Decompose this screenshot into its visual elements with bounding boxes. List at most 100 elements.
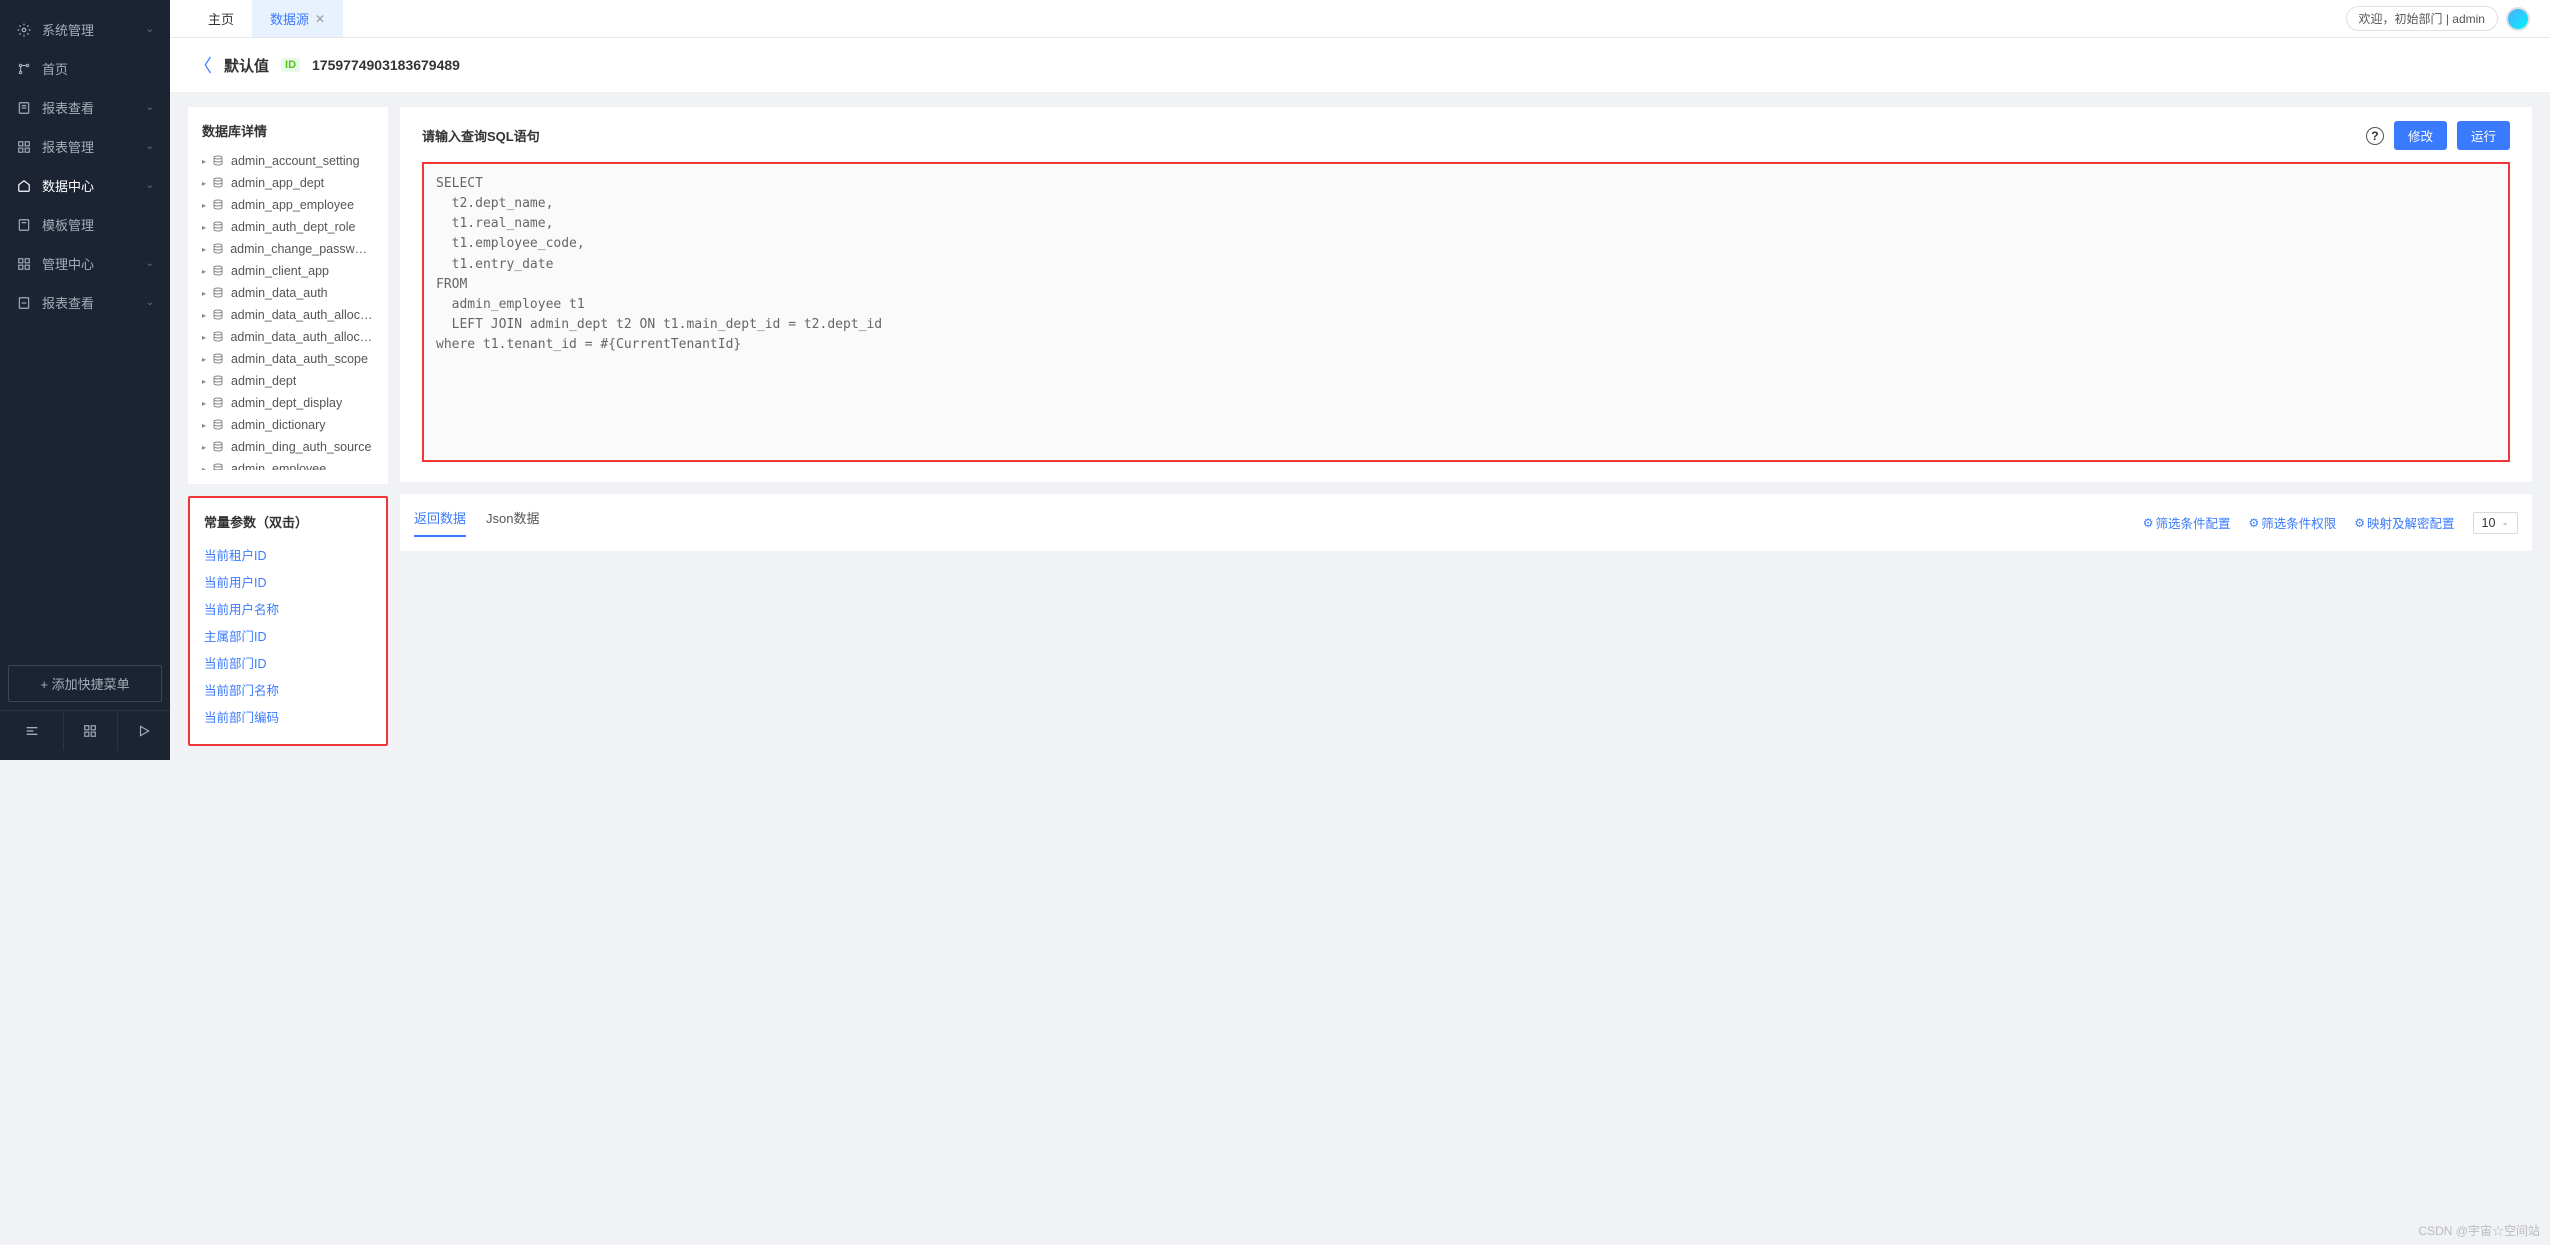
result-tab-json[interactable]: Json数据 [486,508,539,537]
sidebar-item-data-center[interactable]: 数据中心 ⌄ [0,166,170,205]
table-icon [212,309,225,322]
collapse-sidebar-button[interactable] [0,711,63,750]
db-table-item[interactable]: ▸ admin_data_auth_allocat... [202,326,374,348]
db-table-item[interactable]: ▸ admin_change_password... [202,238,374,260]
page-size-select[interactable]: 10 ⌄ [2473,512,2518,534]
db-table-item[interactable]: ▸ admin_account_setting [202,150,374,172]
constant-params-panel: 常量参数（双击） 当前租户ID当前用户ID当前用户名称主属部门ID当前部门ID当… [188,496,388,746]
table-icon [212,287,225,300]
chevron-down-icon: ⌄ [146,102,154,113]
param-item[interactable]: 当前用户ID [204,568,372,595]
db-table-item[interactable]: ▸admin_dept_display [202,392,374,414]
caret-icon: ▸ [202,223,206,232]
grid-icon [16,256,32,272]
db-table-label: admin_account_setting [231,154,360,168]
add-quick-menu-button[interactable]: + 添加快捷菜单 [8,665,162,702]
sidebar-item-label: 报表查看 [42,98,146,117]
db-table-item[interactable]: ▸admin_data_auth [202,282,374,304]
sidebar-item-report-view[interactable]: 报表查看 ⌄ [0,88,170,127]
db-details-panel: 数据库详情 ▸ admin_account_setting ▸admin_app_d… [188,107,388,484]
db-table-item[interactable]: ▸admin_app_dept [202,172,374,194]
filter-config-link[interactable]: ⚙筛选条件配置 [2143,513,2231,532]
db-table-label: admin_client_app [231,264,329,278]
sidebar-item-admin-center[interactable]: 管理中心 ⌄ [0,244,170,283]
tab-label: 主页 [208,9,234,28]
sidebar-item-label: 模板管理 [42,215,154,234]
caret-icon: ▸ [202,333,206,342]
param-item[interactable]: 当前部门ID [204,649,372,676]
gear-icon: ⚙ [2248,516,2259,530]
gear-icon [16,22,32,38]
chevron-down-icon: ⌄ [146,141,154,152]
close-icon[interactable]: ✕ [315,12,325,26]
result-tab-data[interactable]: 返回数据 [414,508,466,537]
db-table-label: admin_dictionary [231,418,326,432]
back-button[interactable]: 〈 [194,52,212,78]
sidebar-item-report-view2[interactable]: 报表查看 ⌄ [0,283,170,322]
result-panel: 返回数据 Json数据 ⚙筛选条件配置 ⚙筛选条件权限 ⚙映射及解密配置 10 … [400,494,2532,551]
caret-icon: ▸ [202,289,206,298]
table-icon [212,353,225,366]
caret-icon: ▸ [202,311,206,320]
db-table-label: admin_app_employee [231,198,354,212]
param-item[interactable]: 当前用户名称 [204,595,372,622]
db-table-label: admin_auth_dept_role [231,220,355,234]
id-value: 1759774903183679489 [312,57,460,73]
table-icon [212,375,225,388]
params-panel-title: 常量参数（双击） [204,512,372,531]
db-table-item[interactable]: ▸admin_ding_auth_source [202,436,374,458]
sidebar-item-home[interactable]: 首页 [0,49,170,88]
chevron-down-icon: ⌄ [146,24,154,35]
db-table-label: admin_ding_auth_source [231,440,371,454]
tabs: 主页 数据源 ✕ [190,0,343,37]
sidebar-item-label: 首页 [42,59,154,78]
house-icon [16,178,32,194]
caret-icon: ▸ [202,245,206,254]
db-table-item[interactable]: ▸admin_app_employee [202,194,374,216]
param-item[interactable]: 当前部门名称 [204,676,372,703]
db-table-label: admin_data_auth_allocat... [230,330,374,344]
sql-panel: 请输入查询SQL语句 ? 修改 运行 SELECT t2.dept_name, … [400,107,2532,482]
sql-input[interactable]: SELECT t2.dept_name, t1.real_name, t1.em… [422,162,2510,462]
db-table-label: admin_dept_display [231,396,342,410]
sidebar-item-report-manage[interactable]: 报表管理 ⌄ [0,127,170,166]
params-list: 当前租户ID当前用户ID当前用户名称主属部门ID当前部门ID当前部门名称当前部门… [204,541,372,730]
db-table-item[interactable]: ▸admin_dictionary [202,414,374,436]
gear-icon: ⚙ [2143,516,2154,530]
table-icon [212,199,225,212]
doc-icon [16,295,32,311]
chevron-down-icon: ⌄ [146,258,154,269]
tab-datasource[interactable]: 数据源 ✕ [252,0,343,37]
chevron-down-icon: ⌄ [146,180,154,191]
mapping-config-link[interactable]: ⚙映射及解密配置 [2354,513,2454,532]
run-button[interactable]: 运行 [2457,121,2510,150]
param-item[interactable]: 当前租户ID [204,541,372,568]
db-table-item[interactable]: ▸admin_data_auth_allocate [202,304,374,326]
watermark: CSDN @宇宙☆空间站 [2418,1222,2540,1239]
help-icon[interactable]: ? [2366,127,2384,145]
sidebar-menu: 系统管理 ⌄ 首页 报表查看 ⌄ 报表管理 ⌄ 数据中心 ⌄ [0,0,170,647]
db-table-label: admin_data_auth_scope [231,352,368,366]
play-button[interactable] [117,711,171,750]
db-table-label: admin_dept [231,374,296,388]
avatar[interactable] [2506,7,2530,31]
param-item[interactable]: 当前部门编码 [204,703,372,730]
param-item[interactable]: 主属部门ID [204,622,372,649]
db-table-item[interactable]: ▸admin_employee [202,458,374,470]
db-table-label: admin_employee [231,462,326,470]
modify-button[interactable]: 修改 [2394,121,2447,150]
tab-home[interactable]: 主页 [190,0,252,37]
filter-permission-link[interactable]: ⚙筛选条件权限 [2248,513,2336,532]
db-table-item[interactable]: ▸admin_dept [202,370,374,392]
doc-icon [16,100,32,116]
caret-icon: ▸ [202,157,206,166]
sidebar-item-system[interactable]: 系统管理 ⌄ [0,10,170,49]
sidebar-item-template[interactable]: 模板管理 [0,205,170,244]
db-table-item[interactable]: ▸admin_data_auth_scope [202,348,374,370]
welcome-text: 欢迎，初始部门 | admin [2346,6,2498,31]
apps-button[interactable] [63,711,117,750]
db-table-item[interactable]: ▸admin_client_app [202,260,374,282]
db-table-label: admin_change_password... [230,242,374,256]
db-table-item[interactable]: ▸ admin_auth_dept_role [202,216,374,238]
db-panel-title: 数据库详情 [202,121,374,140]
